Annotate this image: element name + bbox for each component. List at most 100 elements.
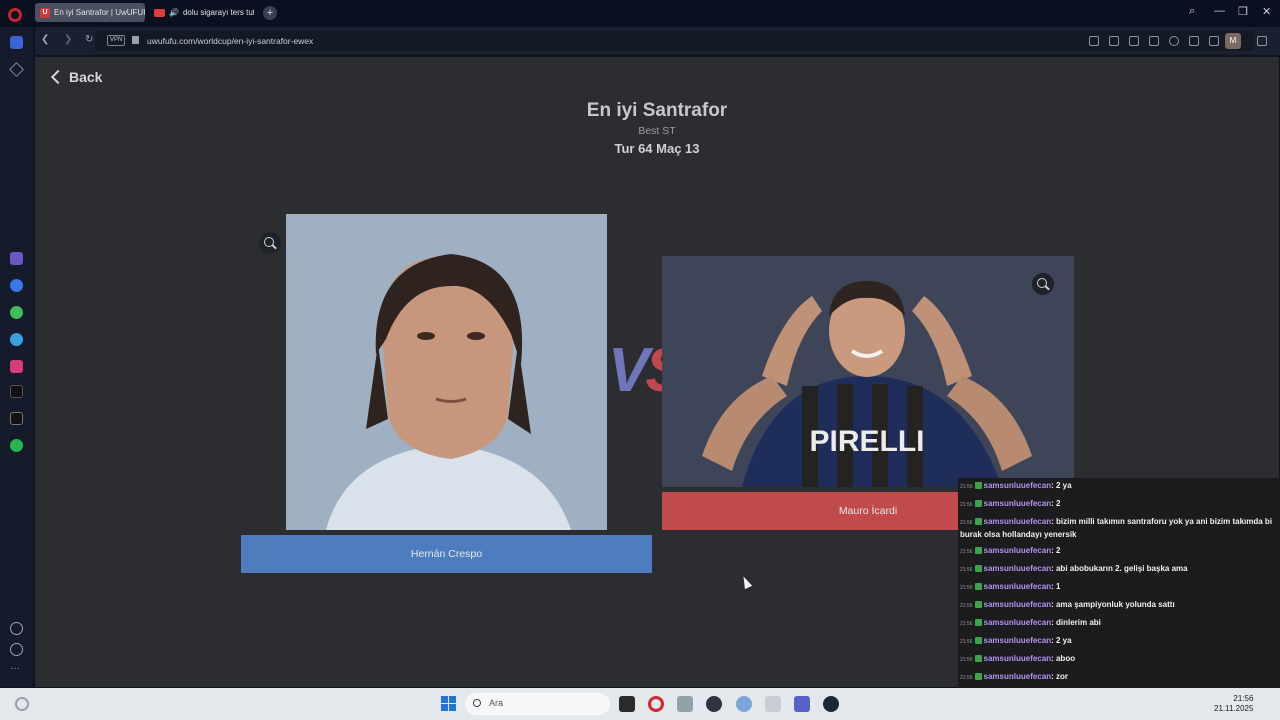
round-info: Tur 64 Maç 13 — [614, 141, 700, 156]
uwufufu-favicon-icon: U — [40, 7, 50, 18]
vpn-badge[interactable]: VPN — [107, 35, 126, 46]
tab-title: dolu sigarayı ters tut — [182, 8, 254, 17]
browser-sidebar: ··· — [0, 27, 33, 687]
chat-text: : ama şampiyonluk yolunda sattı — [1051, 600, 1175, 609]
chat-message: 21:56 samsunluuefecan: zor — [958, 669, 1280, 687]
badge-icon — [974, 673, 982, 680]
download-icon[interactable] — [1189, 36, 1199, 46]
camera-icon[interactable] — [1109, 36, 1119, 46]
chat-text: : 2 — [1051, 499, 1061, 508]
tab-uwufufu[interactable]: U En iyi Santrafor | UwUFUFU — [35, 3, 145, 22]
opera-taskbar-icon[interactable] — [648, 696, 664, 712]
chat-username[interactable]: samsunluuefecan — [984, 672, 1052, 681]
back-nav-icon[interactable]: ❮ — [41, 34, 49, 45]
chat-timestamp: 21:56 — [960, 520, 973, 526]
tab-youtube[interactable]: 🔊 dolu sigarayı ters tut — [149, 3, 254, 22]
chat-username[interactable]: samsunluuefecan — [984, 654, 1052, 663]
settings-icon[interactable] — [736, 696, 752, 712]
spotify-icon[interactable] — [10, 439, 23, 452]
chat-timestamp: 21:56 — [960, 585, 973, 591]
right-candidate-photo[interactable]: PIRELLI — [662, 256, 1074, 487]
chat-message: 21:56 samsunluuefecan: 2 ya — [958, 633, 1280, 651]
chat-username[interactable]: samsunluuefecan — [984, 600, 1052, 609]
chat-message: 21:56 samsunluuefecan: 2 — [958, 543, 1280, 561]
opera-logo-icon[interactable] — [8, 8, 22, 22]
reload-icon[interactable]: ↻ — [85, 34, 93, 45]
search-tabs-icon[interactable]: ⌕ — [1189, 5, 1195, 18]
play-icon[interactable] — [1149, 36, 1159, 46]
messenger-icon[interactable] — [10, 279, 23, 292]
more-icon[interactable]: ··· — [10, 664, 23, 678]
obs-icon[interactable] — [706, 696, 722, 712]
chat-username[interactable]: samsunluuefecan — [984, 546, 1052, 555]
chat-timestamp: 21:56 — [960, 657, 973, 663]
chat-username[interactable]: samsunluuefecan — [984, 618, 1052, 627]
chat-username[interactable]: samsunluuefecan — [984, 517, 1052, 526]
widgets-icon[interactable] — [15, 697, 29, 711]
chat-username[interactable]: samsunluuefecan — [984, 499, 1052, 508]
stream-chat-overlay: 21:56samsunluuefecan: harry kane21:56sam… — [958, 478, 1280, 720]
history-icon[interactable] — [10, 643, 23, 656]
x-icon[interactable] — [10, 412, 23, 425]
taskbar-search[interactable]: Ara — [465, 693, 610, 715]
chat-username[interactable]: samsunluuefecan — [984, 564, 1052, 573]
new-tab-button[interactable]: + — [263, 6, 277, 20]
youtube-favicon-icon — [154, 8, 165, 17]
search-icon — [473, 699, 481, 707]
chat-timestamp: 21:56 — [960, 639, 973, 645]
zoom-in-left-icon[interactable] — [259, 232, 281, 254]
heart-icon[interactable] — [1169, 36, 1179, 46]
chat-text: : aboo — [1051, 654, 1076, 663]
edit-icon[interactable] — [1089, 36, 1099, 46]
badge-icon — [974, 583, 982, 590]
clock[interactable]: 21:56 21.11.2025 — [1214, 694, 1253, 714]
chat-timestamp: 21:56 — [960, 549, 973, 555]
back-label: Back — [69, 69, 103, 85]
chat-timestamp: 21:56 — [960, 567, 973, 573]
favorites-heart-icon[interactable] — [10, 622, 23, 635]
badge-icon — [974, 619, 982, 626]
zoom-in-icon[interactable] — [1032, 273, 1054, 295]
app-icon[interactable] — [765, 696, 781, 712]
minimize-button[interactable]: — — [1214, 5, 1225, 17]
forward-nav-icon[interactable]: ❯ — [64, 34, 72, 45]
chat-username[interactable]: samsunluuefecan — [984, 481, 1052, 490]
address-bar: ❮ ❯ ↻ VPN uwufufu.com/worldcup/en-iyi-sa… — [35, 27, 1280, 55]
aria-icon[interactable] — [10, 252, 23, 265]
notepad-icon[interactable] — [677, 696, 693, 712]
file-explorer-icon[interactable] — [619, 696, 635, 712]
profile-avatar[interactable]: M — [1225, 33, 1241, 49]
shield-icon[interactable] — [1129, 36, 1139, 46]
maximize-button[interactable]: ❐ — [1238, 5, 1248, 18]
sponsor-logo: PIRELLI — [809, 425, 924, 458]
bookmarks-icon[interactable] — [9, 62, 24, 77]
search-placeholder: Ara — [489, 698, 504, 708]
whatsapp-icon[interactable] — [10, 306, 23, 319]
telegram-icon[interactable] — [10, 333, 23, 346]
close-button[interactable]: ✕ — [1262, 5, 1271, 18]
extensions-icon[interactable] — [1257, 36, 1267, 46]
home-icon[interactable] — [10, 36, 23, 49]
teams-icon[interactable] — [794, 696, 810, 712]
chat-text: : 2 ya — [1051, 636, 1072, 645]
chat-timestamp: 21:56 — [960, 675, 973, 681]
vote-left-button[interactable]: Hernán Crespo — [241, 535, 652, 573]
chat-username[interactable]: samsunluuefecan — [984, 582, 1052, 591]
menu-icon[interactable] — [1209, 36, 1219, 46]
start-button[interactable] — [441, 696, 456, 711]
chat-message: 21:56 samsunluuefecan: abi abobukarın 2. … — [958, 561, 1280, 579]
chevron-left-icon — [50, 69, 66, 85]
chat-message: 21:56 samsunluuefecan: 1 — [958, 579, 1280, 597]
lock-icon[interactable] — [132, 36, 139, 44]
steam-icon[interactable] — [823, 696, 839, 712]
chat-username[interactable]: samsunluuefecan — [984, 636, 1052, 645]
back-button[interactable]: Back — [49, 69, 102, 85]
chat-text: : dinlerim abi — [1051, 618, 1101, 627]
tiktok-icon[interactable] — [10, 385, 23, 398]
left-candidate-photo[interactable] — [286, 214, 607, 530]
instagram-icon[interactable] — [10, 360, 23, 373]
tab-title: En iyi Santrafor | UwUFUFU — [54, 8, 145, 17]
url-text[interactable]: uwufufu.com/worldcup/en-iyi-santrafor-ew… — [147, 36, 313, 46]
badge-icon — [974, 655, 982, 662]
chat-timestamp: 21:56 — [960, 603, 973, 609]
